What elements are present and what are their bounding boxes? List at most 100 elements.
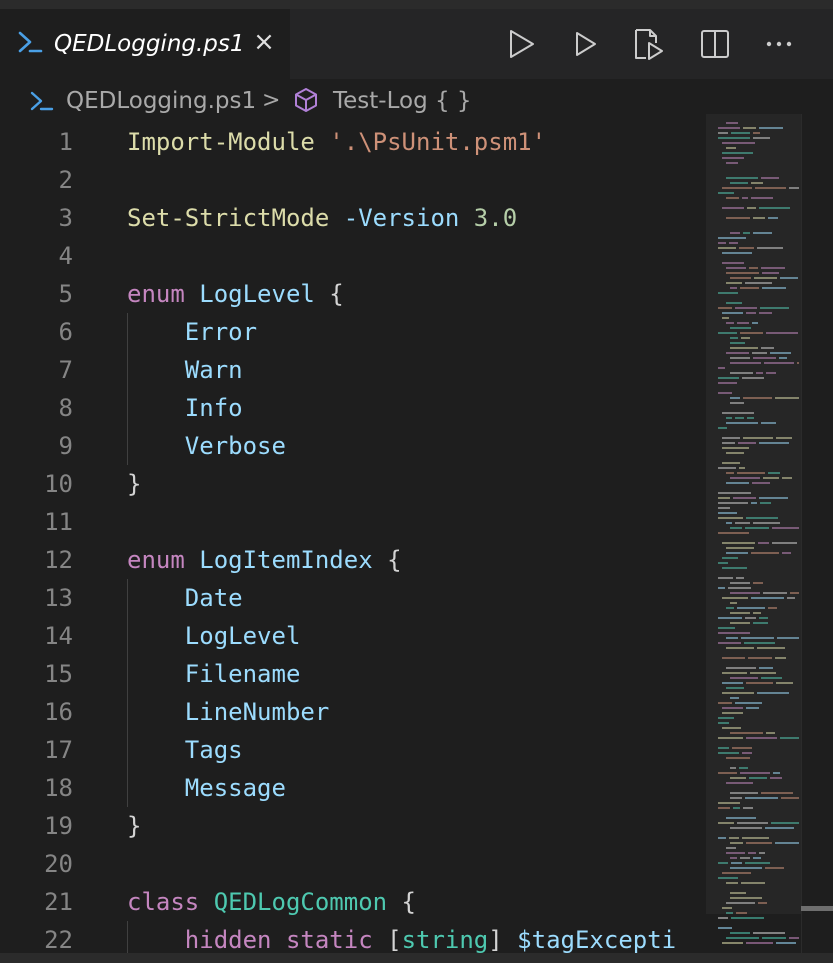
code-token: [ [372,926,402,954]
code-token: '.\PsUnit.psm1' [329,128,547,156]
code-text: Info [127,389,243,427]
code-text: } [127,465,141,503]
run-selection-icon[interactable] [568,27,602,61]
code-text: Import-Module '.\PsUnit.psm1' [127,123,546,161]
cube-icon [295,88,317,112]
code-line[interactable]: 20 [0,845,706,883]
line-number: 16 [44,698,73,726]
code-line[interactable]: 12 enum LogItemIndex { [0,541,706,579]
minimap-line [722,942,743,944]
code-line[interactable]: 5 enum LogLevel { [0,275,706,313]
code-line[interactable]: 9 Verbose [0,427,706,465]
line-number: 6 [58,318,73,346]
code-editor[interactable]: 1 Import-Module '.\PsUnit.psm1' 2 3 Set-Stri… [0,123,706,954]
line-number: 20 [44,850,73,878]
code-line[interactable]: 7 Warn [0,351,706,389]
code-token: 3.0 [473,204,518,232]
line-number: 2 [58,166,73,194]
split-editor-icon[interactable] [698,27,732,61]
code-text: Date [127,579,243,617]
code-token: { [314,280,344,308]
title-bar-strip [0,0,833,9]
code-line[interactable]: 6 Error [0,313,706,351]
breadcrumb-file[interactable]: QEDLogging.ps1 [66,87,256,115]
powershell-icon [30,91,54,111]
code-text: LineNumber [127,693,330,731]
code-line[interactable]: 17 Tags [0,731,706,769]
code-text: enum LogItemIndex { [127,541,402,579]
code-token: ] [488,926,518,954]
minimap-slider[interactable] [706,114,801,914]
minimap-line [746,942,773,944]
code-text: Error [127,313,257,351]
code-line[interactable]: 21 class QEDLogCommon { [0,883,706,921]
powershell-icon [18,31,43,53]
code-line[interactable]: 11 [0,503,706,541]
minimap-line [762,937,786,939]
code-line[interactable]: 19} [0,807,706,845]
run-icon[interactable] [504,27,538,61]
code-line[interactable]: 15 Filename [0,655,706,693]
tab-qedlogging[interactable]: QEDLogging.ps1 × [0,9,290,79]
debug-file-icon[interactable] [632,27,666,61]
line-number: 10 [44,470,73,498]
code-line[interactable]: 13 Date [0,579,706,617]
code-line[interactable]: 4 [0,237,706,275]
code-line[interactable]: 3 Set-StrictMode -Version 3.0 [0,199,706,237]
line-number: 17 [44,736,73,764]
scrollbar-thumb[interactable] [801,906,833,911]
code-text: LogLevel [127,617,301,655]
code-text: Tags [127,731,243,769]
minimap-line [726,937,759,939]
code-token: enum [127,280,185,308]
code-token: Error [184,318,258,346]
breadcrumb-separator: > [262,88,281,113]
code-line[interactable]: 14 LogLevel [0,617,706,655]
code-text: Warn [127,351,243,389]
line-number: 18 [44,774,73,802]
tab-label: QEDLogging.ps1 [54,31,245,57]
vertical-scrollbar[interactable] [801,114,833,953]
code-line[interactable]: 10} [0,465,706,503]
code-token: Set-StrictMode [127,204,330,232]
line-number: 9 [58,432,73,460]
code-token: enum [127,546,185,574]
code-line[interactable]: 16 LineNumber [0,693,706,731]
code-line[interactable]: 1 Import-Module '.\PsUnit.psm1' [0,123,706,161]
code-line[interactable]: 18 Message [0,769,706,807]
line-number: 19 [44,812,73,840]
code-token: Date [184,584,243,612]
line-number: 3 [58,204,73,232]
code-line[interactable]: 2 [0,161,706,199]
line-number: 21 [44,888,73,916]
code-text: Verbose [127,427,286,465]
code-token: hidden [184,926,272,954]
minimap-line [731,917,764,919]
minimap-line [753,932,785,934]
more-actions-icon[interactable] [762,27,796,61]
minimap-line [730,932,750,934]
minimap-line [776,942,796,944]
line-number: 12 [44,546,73,574]
line-number: 15 [44,660,73,688]
code-token: Tags [184,736,243,764]
breadcrumb-symbol[interactable]: Test-Log { } [333,87,472,115]
close-icon[interactable]: × [250,27,278,57]
line-number: 4 [58,242,73,270]
code-token: static [285,926,373,954]
horizontal-scrollbar[interactable] [0,953,833,963]
code-token: $tagExcepti [517,926,677,954]
code-token: Filename [184,660,301,688]
line-number: 1 [58,128,73,156]
code-line[interactable]: 8 Info [0,389,706,427]
line-number: 11 [44,508,73,536]
